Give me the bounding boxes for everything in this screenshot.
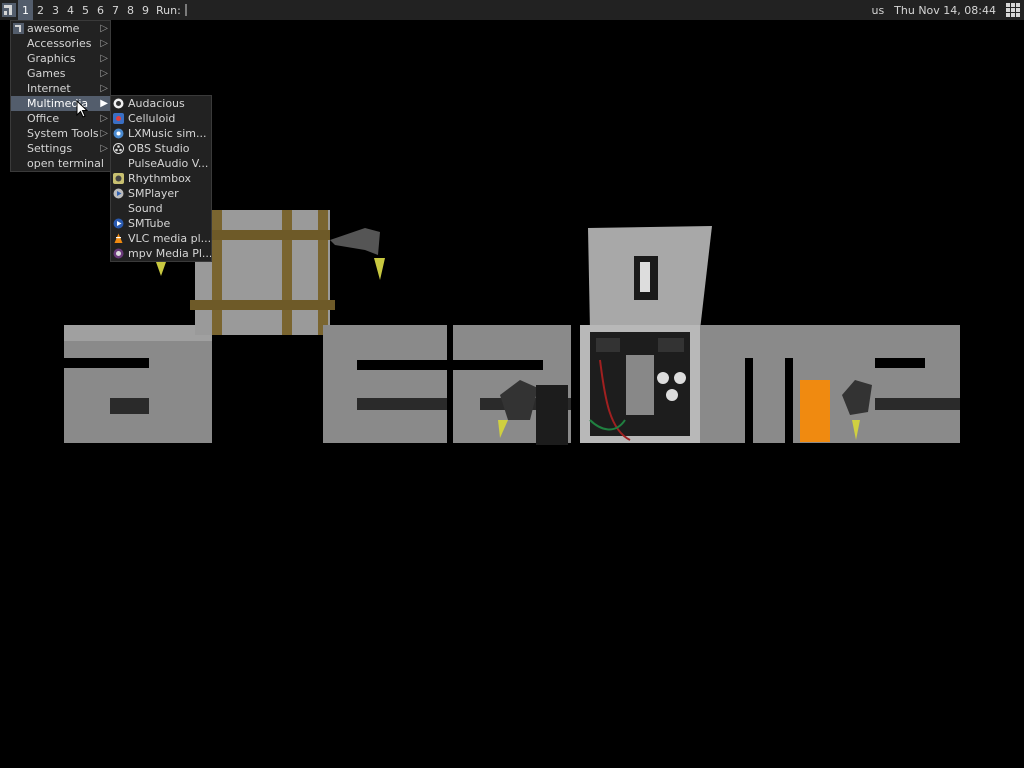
awesome-icon xyxy=(2,3,16,17)
menu-item-label: Games xyxy=(27,67,66,80)
menu-item-office[interactable]: Office ▷ xyxy=(11,111,110,126)
menu-item-internet[interactable]: Internet ▷ xyxy=(11,81,110,96)
menu-item-label: System Tools xyxy=(27,127,99,140)
menu-item-label: VLC media pl... xyxy=(128,232,211,245)
menu-item-label: Graphics xyxy=(27,52,76,65)
mouse-cursor-icon xyxy=(76,100,88,118)
taglist: 1 2 3 4 5 6 7 8 9 xyxy=(18,0,153,20)
menu-item-audacious[interactable]: Audacious xyxy=(111,96,211,111)
tag-4[interactable]: 4 xyxy=(63,0,78,20)
menu-item-label: SMTube xyxy=(128,217,171,230)
rhythmbox-icon xyxy=(113,173,124,184)
menu-item-label: open terminal xyxy=(27,157,104,170)
wallpaper-letter-e xyxy=(323,325,447,443)
audacious-icon xyxy=(113,98,124,109)
wallpaper-letter-e2 xyxy=(830,325,960,443)
submenu-arrow-icon: ▷ xyxy=(100,83,108,94)
menu-item-rhythmbox[interactable]: Rhythmbox xyxy=(111,171,211,186)
menu-item-label: Sound xyxy=(128,202,163,215)
menu-item-label: mpv Media Pl... xyxy=(128,247,211,260)
tile-layout-icon xyxy=(1006,3,1020,17)
menu-item-awesome[interactable]: awesome ▷ xyxy=(11,21,110,36)
menu-item-mpv[interactable]: mpv Media Pl... xyxy=(111,246,211,261)
menu-item-lxmusic[interactable]: LXMusic sim... xyxy=(111,126,211,141)
tag-7[interactable]: 7 xyxy=(108,0,123,20)
wallpaper-control-box xyxy=(580,226,712,443)
wallpaper-letter-m xyxy=(700,325,830,443)
submenu-arrow-icon: ▷ xyxy=(100,53,108,64)
wallpaper-letter-s xyxy=(453,325,571,445)
system-tray: us Thu Nov 14, 08:44 xyxy=(871,0,1024,20)
menu-item-pulseaudio[interactable]: PulseAudio V... xyxy=(111,156,211,171)
awesome-icon xyxy=(13,23,24,34)
submenu-arrow-icon: ▷ xyxy=(100,38,108,49)
vlc-icon xyxy=(114,233,123,243)
menu-item-multimedia[interactable]: Multimedia ▶ xyxy=(11,96,110,111)
menu-item-label: Internet xyxy=(27,82,71,95)
submenu-arrow-icon: ▷ xyxy=(100,68,108,79)
multimedia-submenu: Audacious Celluloid LXMusic sim... OBS S… xyxy=(110,95,212,262)
tag-3[interactable]: 3 xyxy=(48,0,63,20)
smplayer-icon xyxy=(113,188,124,199)
keyboard-layout-indicator[interactable]: us xyxy=(871,4,884,17)
menu-item-open-terminal[interactable]: open terminal xyxy=(11,156,110,171)
tag-6[interactable]: 6 xyxy=(93,0,108,20)
awesome-launcher-button[interactable] xyxy=(0,0,18,20)
tag-1[interactable]: 1 xyxy=(18,0,33,20)
menu-item-label: LXMusic sim... xyxy=(128,127,207,140)
menu-item-smtube[interactable]: SMTube xyxy=(111,216,211,231)
menu-item-label: Settings xyxy=(27,142,73,155)
submenu-arrow-icon: ▷ xyxy=(100,143,108,154)
menu-item-label: OBS Studio xyxy=(128,142,190,155)
mpv-icon xyxy=(113,248,124,259)
menu-item-label: awesome xyxy=(27,22,80,35)
lxmusic-icon xyxy=(113,128,124,139)
menu-item-obs-studio[interactable]: OBS Studio xyxy=(111,141,211,156)
menu-item-graphics[interactable]: Graphics ▷ xyxy=(11,51,110,66)
wallpaper-letter-a xyxy=(64,325,212,443)
run-prompt-label: Run: xyxy=(156,3,181,17)
menu-item-celluloid[interactable]: Celluloid xyxy=(111,111,211,126)
run-prompt-input[interactable] xyxy=(184,4,187,16)
menu-item-label: Audacious xyxy=(128,97,185,110)
celluloid-icon xyxy=(113,113,124,124)
menu-item-label: SMPlayer xyxy=(128,187,179,200)
menu-item-vlc[interactable]: VLC media pl... xyxy=(111,231,211,246)
top-wibar: 1 2 3 4 5 6 7 8 9 Run: us Thu Nov 14, 08… xyxy=(0,0,1024,20)
submenu-arrow-icon: ▷ xyxy=(100,23,108,34)
main-menu: awesome ▷ Accessories ▷ Graphics ▷ Games… xyxy=(10,20,111,172)
obs-icon xyxy=(113,143,124,154)
submenu-arrow-icon: ▷ xyxy=(100,113,108,124)
menu-item-sound[interactable]: Sound xyxy=(111,201,211,216)
tag-5[interactable]: 5 xyxy=(78,0,93,20)
submenu-arrow-icon: ▷ xyxy=(100,128,108,139)
smtube-icon xyxy=(113,218,124,229)
menu-item-system-tools[interactable]: System Tools ▷ xyxy=(11,126,110,141)
menu-item-label: Accessories xyxy=(27,37,92,50)
menu-item-label: Office xyxy=(27,112,60,125)
tag-8[interactable]: 8 xyxy=(123,0,138,20)
text-clock[interactable]: Thu Nov 14, 08:44 xyxy=(894,4,996,17)
menu-item-label: Rhythmbox xyxy=(128,172,192,185)
menu-item-settings[interactable]: Settings ▷ xyxy=(11,141,110,156)
menu-item-label: Celluloid xyxy=(128,112,176,125)
submenu-arrow-icon: ▶ xyxy=(100,98,108,109)
layout-box-button[interactable] xyxy=(1004,1,1022,19)
menu-item-accessories[interactable]: Accessories ▷ xyxy=(11,36,110,51)
tag-9[interactable]: 9 xyxy=(138,0,153,20)
tag-2[interactable]: 2 xyxy=(33,0,48,20)
menu-item-games[interactable]: Games ▷ xyxy=(11,66,110,81)
menu-item-label: PulseAudio V... xyxy=(128,157,209,170)
menu-item-smplayer[interactable]: SMPlayer xyxy=(111,186,211,201)
